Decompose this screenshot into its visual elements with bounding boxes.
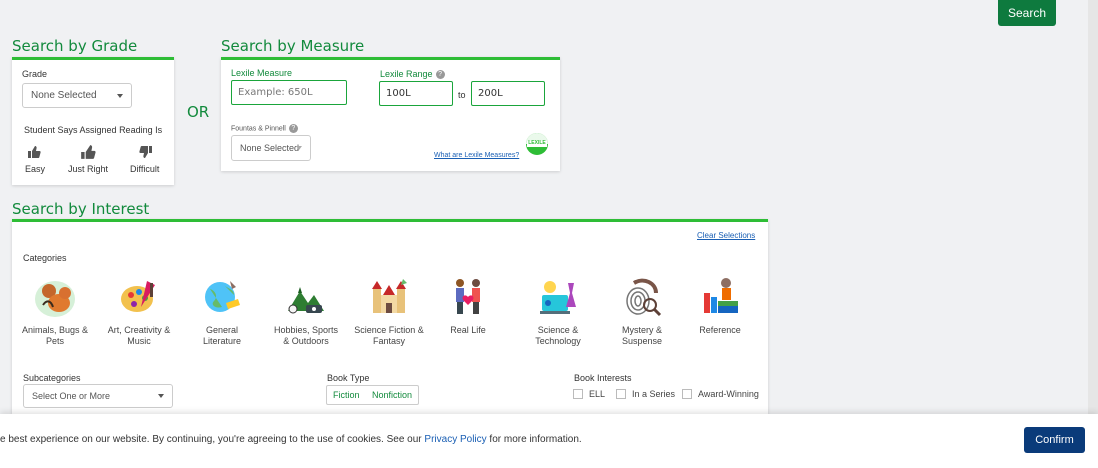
- checkbox-label: Award-Winning: [698, 389, 759, 399]
- lexile-measure-label: Lexile Measure: [231, 68, 293, 78]
- interest-award-winning[interactable]: Award-Winning: [682, 389, 759, 399]
- chevron-down-icon: [117, 93, 123, 98]
- category-label: Science & Technology: [535, 325, 581, 346]
- category-reference[interactable]: Reference: [685, 275, 755, 336]
- category-scifi[interactable]: Science Fiction & Fantasy: [354, 275, 424, 347]
- castle-icon: [367, 275, 411, 319]
- family-icon: [446, 275, 490, 319]
- help-icon[interactable]: ?: [435, 70, 445, 80]
- science-icon: [536, 275, 580, 319]
- cookie-text-after: for more information.: [486, 434, 582, 445]
- measure-section-title: Search by Measure: [221, 37, 365, 55]
- grade-select[interactable]: None Selected: [22, 83, 132, 108]
- category-label: Real Life: [450, 325, 486, 335]
- fp-select[interactable]: None Selected: [231, 135, 311, 161]
- art-icon: [117, 275, 161, 319]
- interest-ell[interactable]: ELL: [573, 389, 605, 399]
- category-label: Hobbies, Sports & Outdoors: [273, 325, 339, 346]
- subcategories-label: Subcategories: [23, 373, 81, 383]
- thumbs-sideways-icon: [81, 145, 96, 159]
- subcategories-select[interactable]: Select One or More: [23, 384, 173, 408]
- fp-select-value: None Selected: [240, 143, 300, 153]
- cookie-text-before: e best experience on our website. By con…: [0, 434, 425, 445]
- lexile-logo: LEXILE: [525, 132, 549, 156]
- lexile-logo-text: LEXILE: [528, 140, 546, 146]
- category-label: Art, Creativity & Music: [107, 325, 171, 346]
- checkbox-label: In a Series: [632, 389, 676, 399]
- reading-option-label: Difficult: [130, 164, 160, 174]
- category-art[interactable]: Art, Creativity & Music: [104, 275, 174, 347]
- confirm-button[interactable]: Confirm: [1024, 427, 1085, 453]
- categories-label: Categories: [23, 253, 67, 263]
- category-label: Science Fiction & Fantasy: [354, 325, 424, 346]
- fp-label-wrap: Fountas & Pinnell?: [231, 124, 298, 133]
- or-divider-text: OR: [187, 103, 210, 121]
- lexile-range-label: Lexile Range: [380, 69, 433, 79]
- reading-option-label: Easy: [25, 164, 46, 174]
- what-are-lexile-link[interactable]: What are Lexile Measures?: [434, 152, 519, 159]
- grade-label: Grade: [22, 69, 48, 79]
- checkbox[interactable]: [573, 389, 583, 399]
- animals-icon: [33, 275, 77, 319]
- fingerprint-icon: [620, 275, 664, 319]
- subcategories-select-value: Select One or More: [32, 391, 111, 401]
- grade-select-value: None Selected: [31, 90, 97, 101]
- interest-in-a-series[interactable]: In a Series: [616, 389, 675, 399]
- top-search-button[interactable]: Search: [998, 0, 1056, 26]
- lexile-range-label-wrap: Lexile Range?: [380, 69, 445, 80]
- category-label: Mystery & Suspense: [621, 325, 663, 346]
- interest-panel: Clear Selections Categories Animals, Bug…: [12, 219, 768, 414]
- thumbs-down-icon: [139, 146, 152, 158]
- range-from-input[interactable]: [379, 81, 453, 106]
- reading-label: Student Says Assigned Reading Is: [24, 125, 163, 135]
- range-to-input[interactable]: [471, 81, 545, 106]
- checkbox-label: ELL: [589, 389, 606, 399]
- page-scrollbar[interactable]: [1088, 0, 1098, 468]
- category-real-life[interactable]: Real Life: [433, 275, 503, 336]
- hobbies-icon: [284, 275, 328, 319]
- category-label: Animals, Bugs & Pets: [21, 325, 89, 346]
- privacy-policy-link[interactable]: Privacy Policy: [424, 434, 486, 445]
- fp-label: Fountas & Pinnell: [231, 125, 286, 133]
- category-label: General Literature: [202, 325, 242, 346]
- grade-panel: Grade None Selected Student Says Assigne…: [12, 57, 174, 185]
- book-type-nonfiction[interactable]: Nonfiction: [366, 385, 420, 405]
- lexile-measure-input[interactable]: [231, 80, 347, 105]
- interest-section-title: Search by Interest: [12, 200, 150, 218]
- help-icon[interactable]: ?: [288, 124, 298, 133]
- cookie-banner: e best experience on our website. By con…: [0, 414, 1098, 468]
- grade-section-title: Search by Grade: [12, 37, 138, 55]
- books-icon: [698, 275, 742, 319]
- clear-selections-link[interactable]: Clear Selections: [697, 231, 755, 240]
- category-mystery[interactable]: Mystery & Suspense: [607, 275, 677, 347]
- measure-panel: Lexile Measure Lexile Range? to Fountas …: [221, 57, 560, 171]
- category-label: Reference: [699, 325, 741, 335]
- globe-icon: [200, 275, 244, 319]
- book-type-label: Book Type: [327, 373, 370, 383]
- book-interests-label: Book Interests: [574, 373, 632, 383]
- category-science[interactable]: Science & Technology: [523, 275, 593, 347]
- category-general-literature[interactable]: General Literature: [187, 275, 257, 347]
- range-to-label: to: [458, 90, 466, 100]
- reading-option-label: Just Right: [68, 164, 109, 174]
- category-hobbies[interactable]: Hobbies, Sports & Outdoors: [271, 275, 341, 347]
- cookie-text: e best experience on our website. By con…: [0, 434, 582, 445]
- chevron-down-icon: [158, 394, 164, 398]
- category-animals[interactable]: Animals, Bugs & Pets: [20, 275, 90, 347]
- checkbox[interactable]: [616, 389, 626, 399]
- chevron-down-icon: [296, 146, 302, 150]
- book-type-fiction[interactable]: Fiction: [326, 385, 367, 405]
- thumbs-up-icon: [28, 146, 41, 158]
- checkbox[interactable]: [682, 389, 692, 399]
